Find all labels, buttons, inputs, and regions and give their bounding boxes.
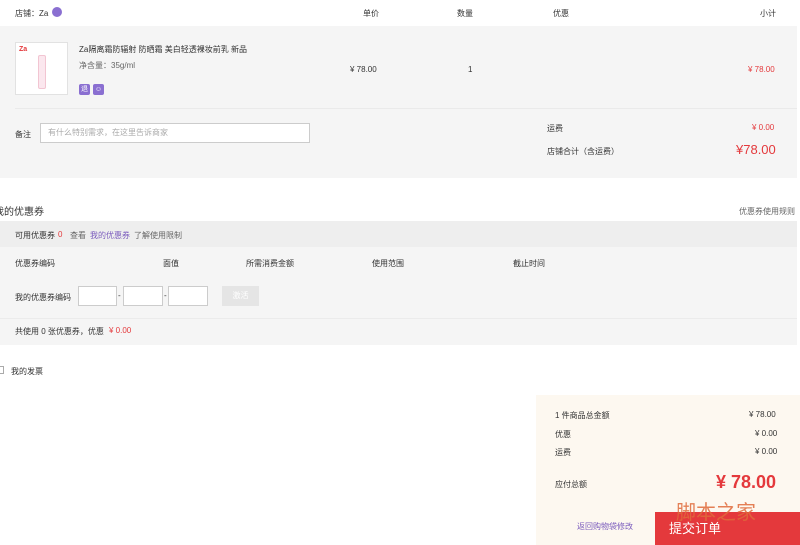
- payable-label: 应付总额: [555, 480, 587, 489]
- my-coupons-link[interactable]: 我的优惠券: [90, 230, 130, 241]
- col-scope: 使用范围: [372, 259, 404, 268]
- store-shipping-label: 运费: [547, 124, 563, 133]
- col-face-value: 面值: [163, 259, 179, 268]
- watermark-logo: 脚本之家: [676, 500, 756, 524]
- payable-value: ¥ 78.00: [716, 472, 777, 492]
- product-tube-image: [38, 55, 46, 89]
- price-column-header: 单价: [363, 9, 379, 18]
- usage-limits-link[interactable]: 了解使用限制: [134, 230, 182, 241]
- row-divider: [15, 108, 797, 109]
- coupon-usage-value: ¥ 0.00: [109, 326, 132, 335]
- coupon-dash-1: -: [118, 291, 121, 300]
- discount-column-header: 优惠: [553, 9, 569, 18]
- coupon-rules-link[interactable]: 优惠券使用规则: [739, 206, 795, 217]
- service-badge-2-icon: ☺: [93, 84, 104, 95]
- note-input[interactable]: 有什么特别需求，在这里告诉商家: [40, 123, 310, 143]
- col-min-spend: 所需消费金额: [246, 259, 294, 268]
- coupon-code-input-2[interactable]: [123, 286, 163, 306]
- item-price: ¥ 78.00: [350, 65, 377, 74]
- goods-total-label: 1 件商品总金额: [555, 411, 610, 420]
- order-summary-panel: 1 件商品总金额 ¥ 78.00 优惠 ¥ 0.00 运费 ¥ 0.00 应付总…: [536, 395, 800, 545]
- cart-header: 店铺：Za 单价 数量 优惠 小计: [0, 0, 800, 26]
- store-total-value: ¥78.00: [736, 142, 776, 157]
- coupon-usage-summary: 共使用 0 张优惠券，优惠: [15, 327, 104, 336]
- summary-shipping-value: ¥ 0.00: [755, 447, 778, 456]
- invoice-checkbox[interactable]: [0, 366, 4, 374]
- view-text: 查看: [70, 231, 86, 240]
- subtotal-column-header: 小计: [760, 9, 776, 18]
- coupons-title: 我的优惠券: [0, 207, 44, 218]
- available-coupons-count: 0: [58, 230, 63, 239]
- store-total-label: 店铺合计（含运费）: [547, 147, 619, 156]
- coupon-code-label: 我的优惠券编码: [15, 293, 71, 302]
- qty-column-header: 数量: [457, 9, 473, 18]
- available-coupons-label: 可用优惠券: [15, 231, 55, 240]
- back-to-cart-link[interactable]: 返回购物袋修改: [577, 521, 633, 532]
- note-label: 备注: [15, 130, 31, 139]
- item-qty: 1: [468, 65, 473, 74]
- goods-total-value: ¥ 78.00: [749, 410, 776, 419]
- thumb-brand: Za: [19, 46, 28, 53]
- store-panel: Za Za隔离霜防辐射 防晒霜 美白轻透裸妆前乳 新品 净含量：35g/ml 退…: [0, 26, 797, 178]
- store-shipping-value: ¥ 0.00: [752, 123, 775, 132]
- coupon-code-input-1[interactable]: [78, 286, 117, 306]
- item-subtotal: ¥ 78.00: [748, 65, 775, 74]
- product-spec: 净含量：35g/ml: [79, 61, 136, 70]
- note-placeholder: 有什么特别需求，在这里告诉商家: [48, 128, 168, 137]
- summary-discount-value: ¥ 0.00: [755, 429, 778, 438]
- coupon-panel: 可用优惠券 0 查看 我的优惠券 了解使用限制 优惠券编码 面值 所需消费金额 …: [0, 221, 797, 345]
- summary-discount-label: 优惠: [555, 430, 571, 439]
- coupon-code-input-3[interactable]: [168, 286, 208, 306]
- invoice-label: 我的发票: [11, 367, 43, 376]
- product-thumbnail[interactable]: Za: [15, 42, 68, 95]
- activate-button-label: 激活: [232, 291, 249, 300]
- service-badge-icon: 退: [79, 84, 90, 95]
- coupon-dash-2: -: [164, 291, 167, 300]
- summary-shipping-label: 运费: [555, 448, 571, 457]
- store-label: 店铺：Za: [15, 9, 49, 18]
- product-title[interactable]: Za隔离霜防辐射 防晒霜 美白轻透裸妆前乳 新品: [79, 44, 247, 55]
- col-expiry: 截止时间: [513, 259, 545, 268]
- col-coupon-code: 优惠券编码: [15, 259, 55, 268]
- coupon-divider: [0, 318, 797, 319]
- activate-button[interactable]: 激活: [222, 286, 259, 306]
- store-chat-icon[interactable]: [52, 7, 62, 17]
